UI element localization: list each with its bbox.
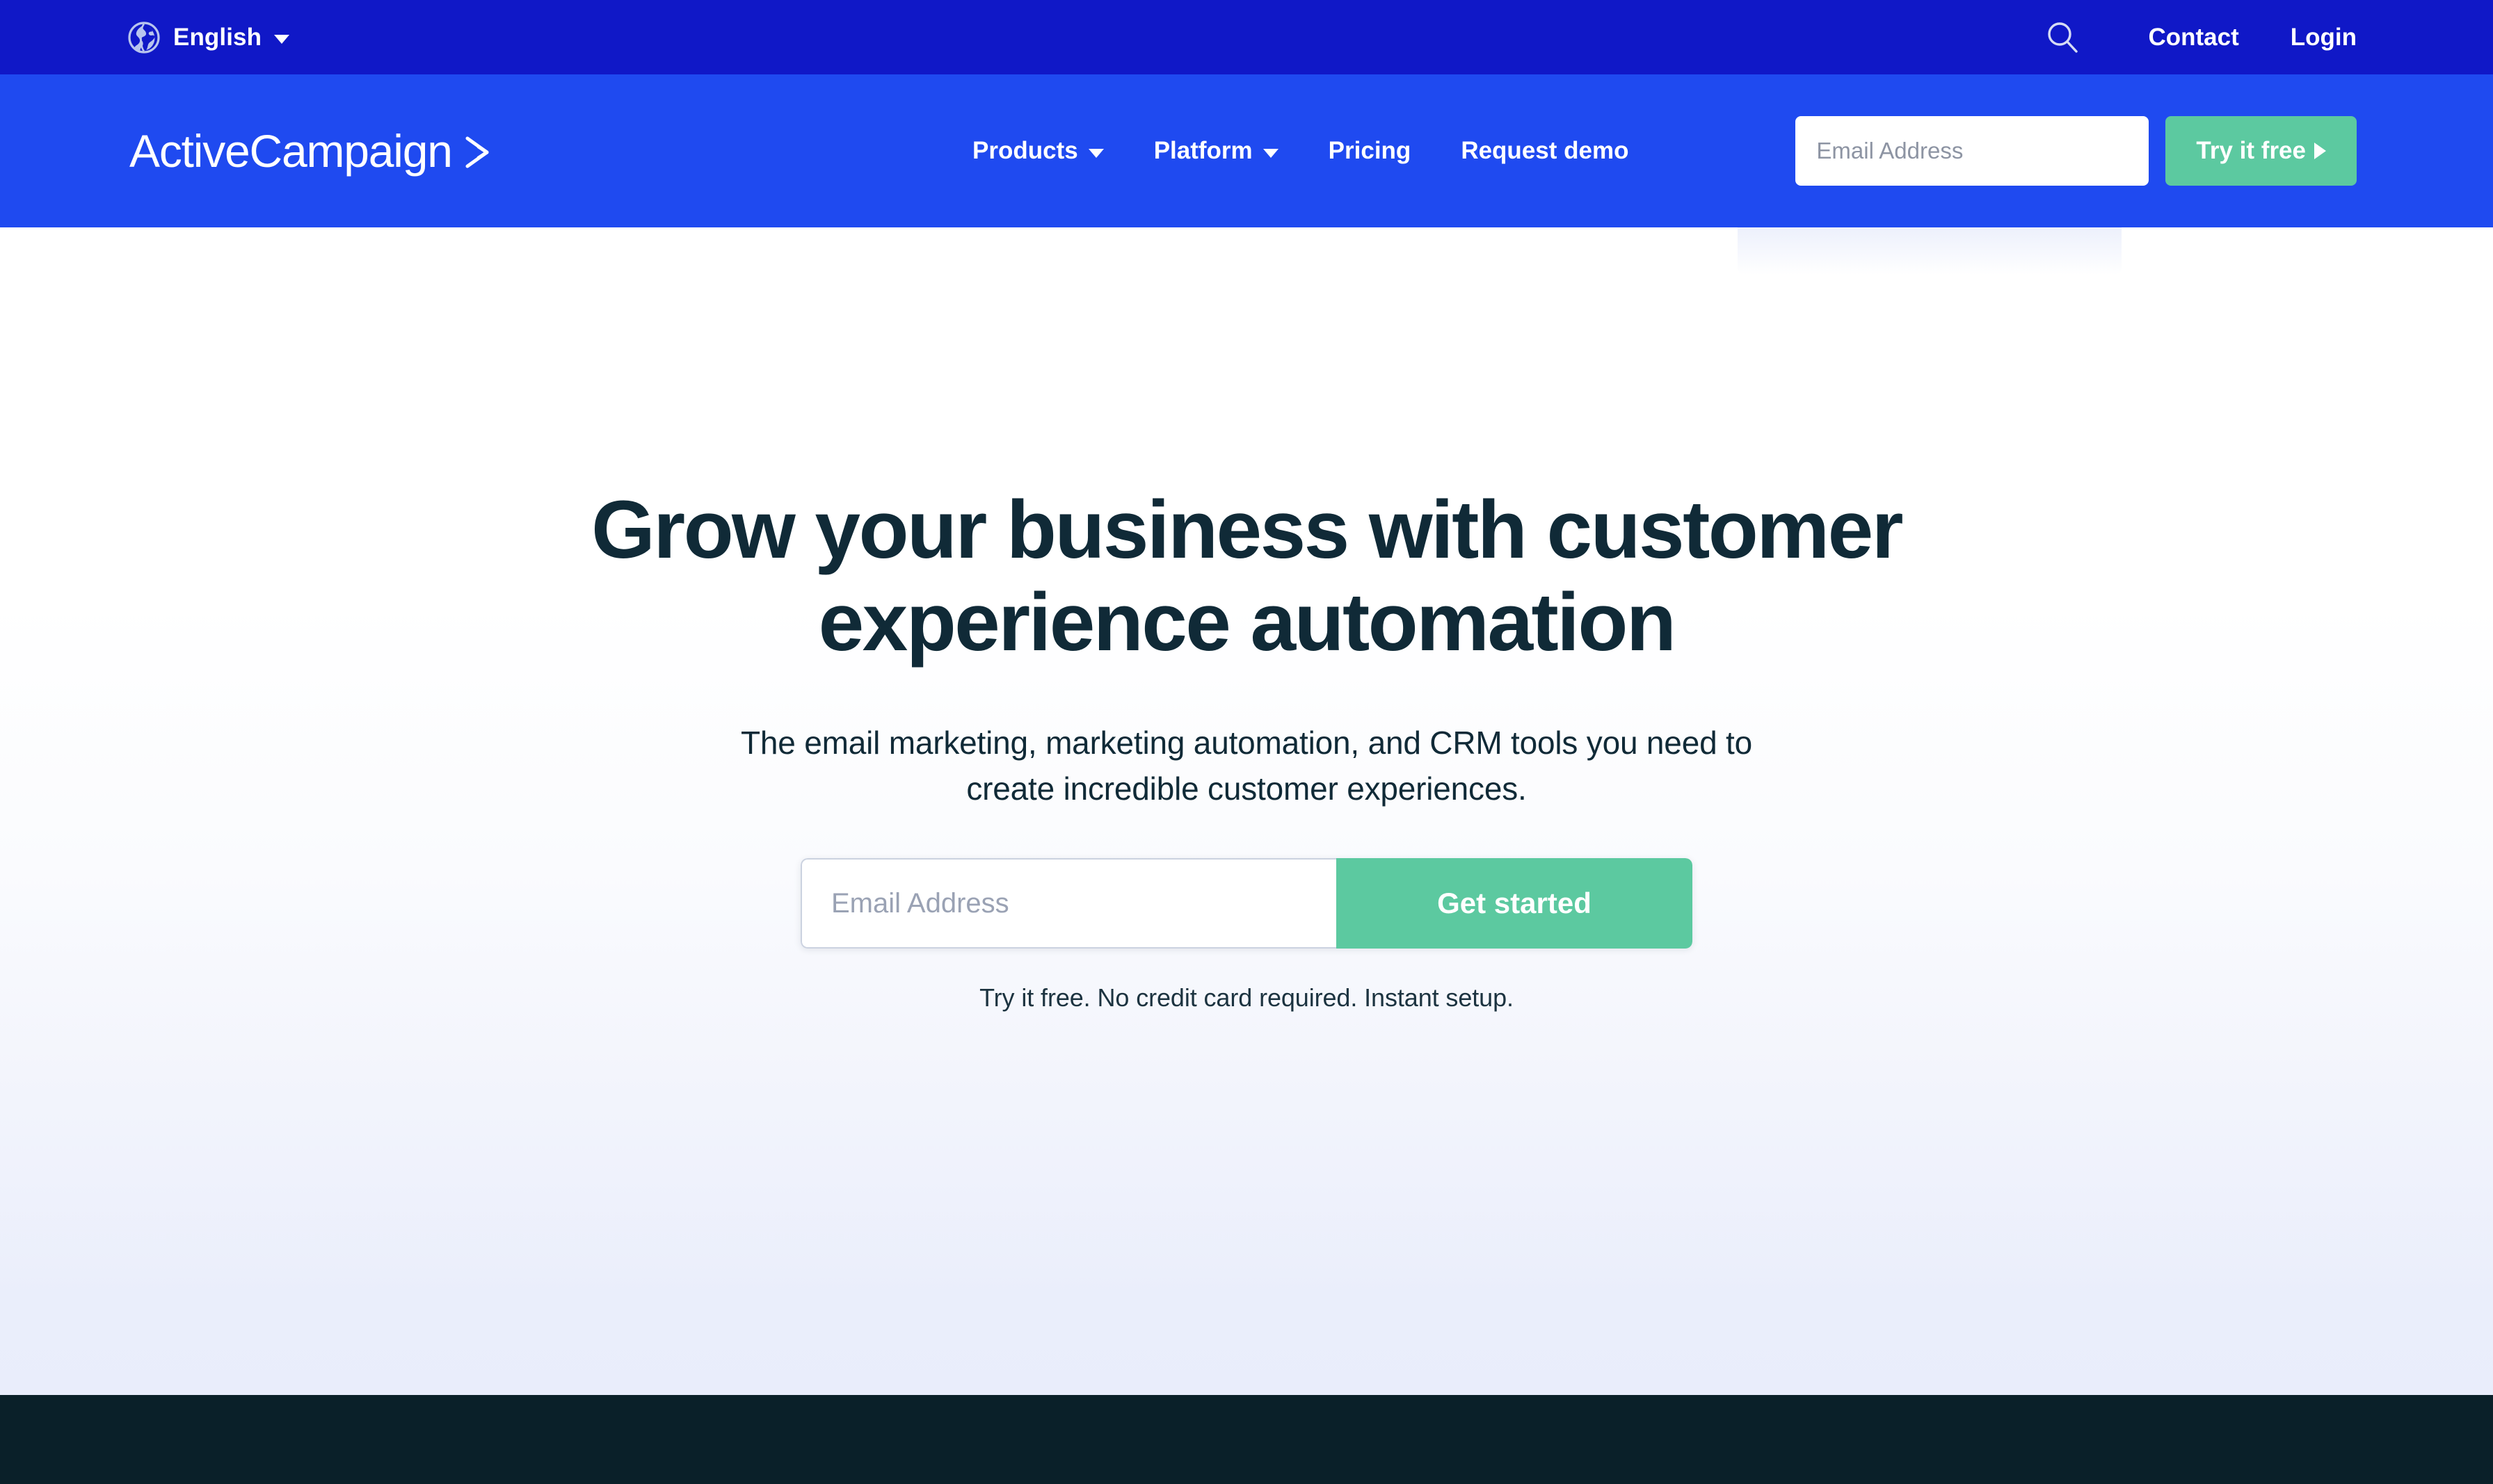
hero-title-line-1: Grow your business with customer xyxy=(591,484,1903,576)
contact-link[interactable]: Contact xyxy=(2148,24,2238,51)
nav-item-label: Request demo xyxy=(1461,137,1629,164)
chevron-down-icon xyxy=(1262,149,1278,158)
page-title: Grow your business with customer experie… xyxy=(0,484,2493,670)
nav-cta-group: Try it free xyxy=(1795,116,2357,186)
search-icon[interactable] xyxy=(2045,19,2081,56)
try-it-free-button[interactable]: Try it free xyxy=(2165,116,2357,186)
hero-subtitle-line-1: The email marketing, marketing automatio… xyxy=(740,724,1753,761)
hero-email-input[interactable] xyxy=(801,858,1336,949)
activecampaign-logo[interactable]: ActiveCampaign xyxy=(129,128,495,174)
globe-icon xyxy=(127,21,161,54)
footer-strip xyxy=(0,1395,2493,1484)
top-bar-right-group: Contact Login xyxy=(2045,19,2357,56)
nav-item-pricing[interactable]: Pricing xyxy=(1329,137,1411,165)
nav-email-input[interactable] xyxy=(1795,116,2149,186)
hero-signup-form: Get started xyxy=(801,858,1692,949)
nav-item-products[interactable]: Products xyxy=(972,137,1104,165)
logo-text: ActiveCampaign xyxy=(129,125,453,177)
chevron-right-mark-icon xyxy=(463,134,495,170)
get-started-button[interactable]: Get started xyxy=(1336,858,1692,949)
chevron-down-icon xyxy=(1088,149,1104,158)
login-link[interactable]: Login xyxy=(2291,24,2357,51)
language-selector[interactable]: English xyxy=(127,21,290,54)
hero-subtitle-line-2: create incredible customer experiences. xyxy=(966,771,1527,807)
hero-subtitle: The email marketing, marketing automatio… xyxy=(0,720,2493,812)
chevron-down-icon xyxy=(274,35,290,44)
hero-title-line-2: experience automation xyxy=(818,576,1676,669)
hero-fine-print: Try it free. No credit card required. In… xyxy=(979,983,1514,1013)
hero-content: Grow your business with customer experie… xyxy=(0,227,2493,1013)
try-it-free-label: Try it free xyxy=(2196,137,2306,164)
nav-item-label: Pricing xyxy=(1328,137,1411,164)
main-navigation-bar: ActiveCampaign Products Platform Pricing… xyxy=(0,74,2493,227)
language-label: English xyxy=(173,23,262,51)
nav-item-label: Products xyxy=(972,137,1078,164)
nav-item-request-demo[interactable]: Request demo xyxy=(1461,137,1628,165)
nav-links: Products Platform Pricing Request demo xyxy=(972,137,1628,165)
nav-item-label: Platform xyxy=(1153,137,1253,164)
play-triangle-icon xyxy=(2314,143,2326,159)
top-utility-bar: English Contact Login xyxy=(0,0,2493,74)
nav-item-platform[interactable]: Platform xyxy=(1154,137,1278,165)
hero-section: Grow your business with customer experie… xyxy=(0,227,2493,1395)
